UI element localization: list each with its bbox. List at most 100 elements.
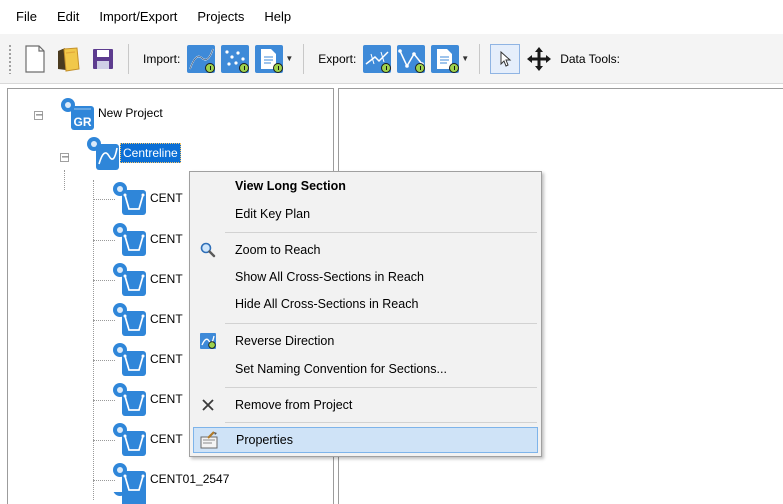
status-badge — [415, 62, 426, 73]
menu-item-label: Reverse Direction — [235, 334, 335, 348]
menu-separator — [225, 232, 537, 233]
context-menu: View Long Section Edit Key Plan Zoom to … — [189, 171, 542, 457]
tree-node-section-label: CENT01_2547 — [150, 472, 230, 486]
tree-node-project[interactable]: GR New Project — [58, 96, 163, 132]
x-icon — [197, 394, 219, 416]
menu-item-remove-from-project[interactable]: Remove from Project — [193, 392, 538, 418]
cross-section-icon — [113, 383, 146, 416]
collapse-toggle[interactable]: − — [60, 153, 69, 163]
save-icon — [93, 48, 113, 69]
tree-node-section-label: CENT — [150, 232, 183, 246]
project-badge-text: GR — [74, 115, 92, 129]
properties-icon — [198, 429, 220, 451]
menu-item-zoom-to-reach[interactable]: Zoom to Reach — [193, 237, 538, 263]
menu-item-label: Edit Key Plan — [235, 207, 311, 221]
tree-node-section-label: CENT — [150, 312, 183, 326]
reverse-direction-icon — [197, 330, 219, 352]
move-arrows-icon — [527, 46, 552, 71]
cross-section-icon — [113, 303, 146, 336]
import-centreline-button[interactable] — [186, 44, 216, 74]
toolbar-separator — [479, 43, 481, 74]
menu-item-hide-all-cross-sections[interactable]: Hide All Cross-Sections in Reach — [193, 291, 538, 317]
menu-projects[interactable]: Projects — [187, 0, 254, 34]
menu-item-reverse-direction[interactable]: Reverse Direction — [193, 328, 538, 354]
tree-node-section-label: CENT — [150, 272, 183, 286]
tree-node-section-label: CENT — [150, 392, 183, 406]
status-badge — [239, 62, 250, 73]
tree-node-section[interactable]: CENT — [110, 221, 183, 257]
status-badge — [381, 62, 392, 73]
tree-node-section[interactable]: CENT — [110, 341, 183, 377]
toolbar-grip[interactable] — [8, 43, 12, 74]
pointer-tool-button[interactable] — [490, 43, 521, 74]
menu-item-label: Set Naming Convention for Sections... — [235, 362, 447, 376]
tree-node-section-label: CENT — [150, 191, 183, 205]
status-badge — [273, 62, 284, 73]
export-sections-button[interactable] — [362, 44, 392, 74]
menu-import-export[interactable]: Import/Export — [89, 0, 187, 34]
open-folder-button[interactable] — [54, 44, 84, 74]
tree-node-section-label: CENT — [150, 432, 183, 446]
cross-section-icon — [113, 223, 146, 256]
tree-node-section[interactable]: CENT — [110, 421, 183, 457]
menu-item-edit-key-plan[interactable]: Edit Key Plan — [193, 201, 538, 227]
status-badge — [205, 62, 216, 73]
tree-node-section-label: CENT — [150, 352, 183, 366]
reach-icon — [87, 137, 119, 170]
data-tools-label: Data Tools: — [560, 51, 621, 66]
project-icon: GR — [61, 98, 94, 130]
toolbar-separator — [128, 43, 129, 74]
import-file-button[interactable] — [254, 44, 284, 74]
cross-section-icon — [113, 492, 146, 504]
import-points-button[interactable] — [220, 44, 250, 74]
menu-item-label: Properties — [236, 433, 293, 447]
tree-node-project-label: New Project — [98, 106, 163, 120]
tree-node-section[interactable]: CENT — [110, 381, 183, 417]
menu-separator — [225, 387, 537, 388]
menu-separator — [225, 422, 537, 423]
menu-item-properties[interactable]: Properties — [193, 427, 538, 453]
tree-node-section[interactable]: CENT — [110, 180, 183, 216]
open-folder-icon — [58, 46, 80, 72]
export-label: Export: — [318, 51, 357, 66]
menu-item-show-all-cross-sections[interactable]: Show All Cross-Sections in Reach — [193, 264, 538, 290]
toolbar: Import: ▼ Export: ▼ Data Tools: — [0, 34, 783, 84]
menu-edit[interactable]: Edit — [47, 0, 89, 34]
menu-item-label: Show All Cross-Sections in Reach — [235, 270, 424, 284]
menu-item-set-naming-convention[interactable]: Set Naming Convention for Sections... — [193, 356, 538, 382]
menu-help[interactable]: Help — [254, 0, 301, 34]
chevron-down-icon[interactable]: ▼ — [285, 54, 293, 63]
pan-tool-button[interactable] — [524, 44, 554, 74]
tree-node-reach[interactable]: Centreline — [84, 135, 181, 171]
collapse-toggle[interactable]: − — [34, 111, 43, 121]
cross-section-icon — [113, 263, 146, 296]
cross-section-icon — [113, 343, 146, 376]
tree-connector — [93, 180, 94, 500]
import-label: Import: — [143, 51, 181, 66]
new-file-icon — [25, 44, 45, 73]
toolbar-separator — [303, 43, 305, 74]
menu-item-label: Remove from Project — [235, 398, 353, 412]
export-profile-button[interactable] — [396, 44, 426, 74]
tree-node-section[interactable] — [110, 492, 148, 504]
cross-section-icon — [113, 423, 146, 456]
menu-item-view-long-section[interactable]: View Long Section — [193, 173, 538, 199]
chevron-down-icon[interactable]: ▼ — [461, 54, 469, 63]
menu-separator — [225, 323, 537, 324]
save-button[interactable] — [88, 44, 118, 74]
tree-node-section[interactable]: CENT — [110, 261, 183, 297]
pointer-icon — [500, 50, 512, 67]
menu-file[interactable]: File — [0, 0, 47, 34]
menu-bar: File Edit Import/Export Projects Help — [0, 0, 783, 34]
export-file-button[interactable] — [430, 44, 460, 74]
new-file-button[interactable] — [20, 44, 50, 74]
menu-item-label: Zoom to Reach — [235, 243, 321, 257]
menu-item-label: Hide All Cross-Sections in Reach — [235, 297, 419, 311]
menu-item-label: View Long Section — [235, 179, 346, 193]
magnifier-icon — [197, 239, 219, 261]
tree-node-section[interactable]: CENT — [110, 301, 183, 337]
tree-connector — [64, 170, 65, 190]
status-badge — [449, 62, 460, 73]
cross-section-icon — [113, 182, 146, 215]
tree-node-reach-label: Centreline — [120, 143, 181, 163]
